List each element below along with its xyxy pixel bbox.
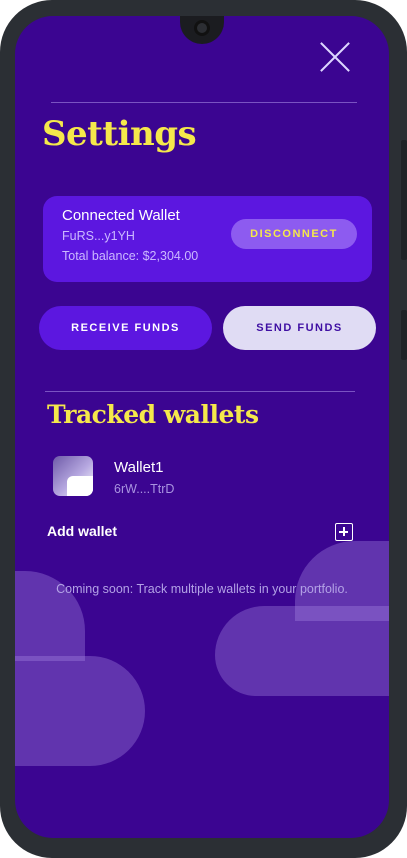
wallet-name: Wallet1 <box>114 459 164 476</box>
top-divider <box>51 102 357 103</box>
middle-divider <box>45 391 355 392</box>
cloud-right-top <box>295 541 389 621</box>
connected-wallet-card: Connected Wallet FuRS...y1YH Total balan… <box>43 196 372 282</box>
camera-icon <box>194 20 210 36</box>
power-button <box>401 310 407 360</box>
wallet-address: 6rW....TtrD <box>114 482 175 496</box>
add-wallet-label[interactable]: Add wallet <box>47 523 117 539</box>
connected-wallet-label: Connected Wallet <box>62 207 180 224</box>
cloud-left-body <box>15 656 145 766</box>
tracked-wallets-title: Tracked wallets <box>47 400 259 429</box>
volume-button <box>401 140 407 260</box>
total-balance: Total balance: $2,304.00 <box>62 249 199 263</box>
wallet-avatar-icon <box>53 456 93 496</box>
receive-funds-button[interactable]: RECEIVE FUNDS <box>39 306 212 350</box>
coming-soon-text: Coming soon: Track multiple wallets in y… <box>56 582 348 596</box>
page-title: Settings <box>42 114 197 154</box>
add-icon[interactable] <box>335 523 353 541</box>
connected-wallet-address: FuRS...y1YH <box>62 229 135 243</box>
phone-frame: Settings Connected Wallet FuRS...y1YH To… <box>0 0 407 858</box>
camera-notch <box>180 16 224 44</box>
send-funds-button[interactable]: SEND FUNDS <box>223 306 376 350</box>
close-icon[interactable] <box>320 42 350 72</box>
disconnect-button[interactable]: DISCONNECT <box>231 219 357 249</box>
settings-screen: Settings Connected Wallet FuRS...y1YH To… <box>15 16 389 838</box>
